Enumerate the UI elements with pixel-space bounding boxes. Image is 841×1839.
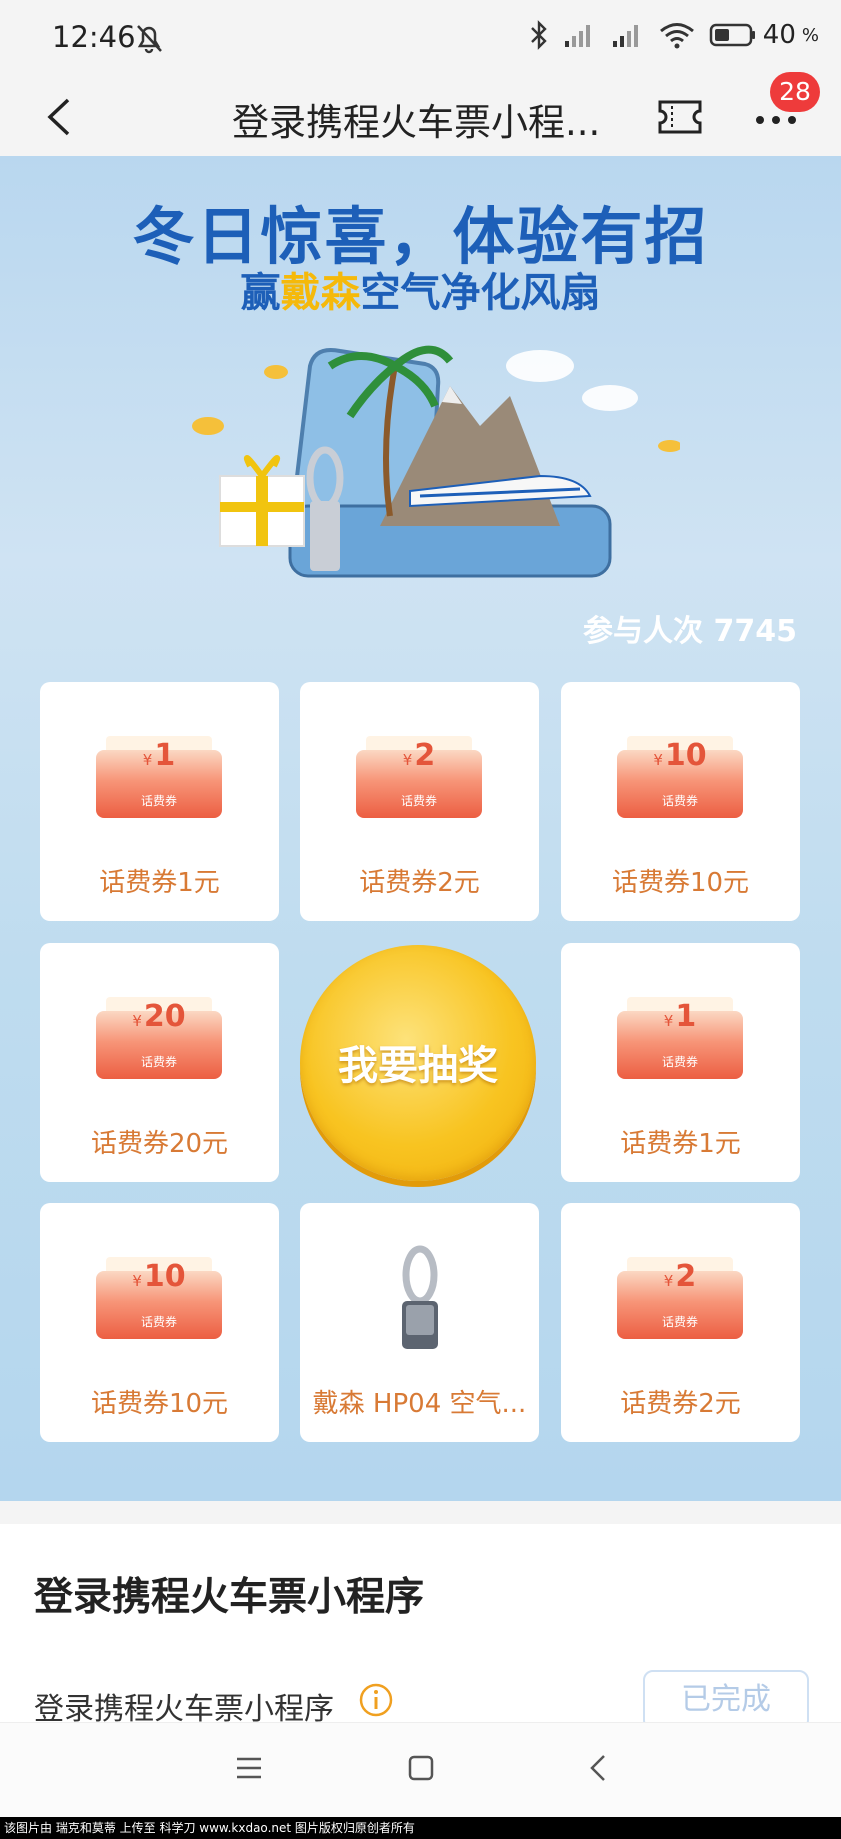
coupon-icon: ¥20 话费券 [96,997,222,1079]
info-icon[interactable] [358,1682,394,1718]
coupon-tag: 话费券 [661,794,698,808]
battery-icon [709,23,755,47]
coupon-tag: 话费券 [140,794,177,808]
task-done-button[interactable]: 已完成 [643,1670,809,1730]
status-time: 12:46 [52,20,136,54]
coupon-amount: 10 [664,738,707,773]
coupon-amount: 1 [154,738,176,773]
menu-icon[interactable] [234,1753,264,1783]
prize-grid: ¥1 话费券 话费券1元 ¥2 话费券 话费券2元 ¥10 话费券 话费券10元 [40,682,800,1442]
coupon-amount: 2 [414,738,436,773]
system-navigation-bar [0,1722,841,1817]
coupon-currency: ¥ [402,751,413,769]
prize-cell: ¥1 话费券 话费券1元 [561,943,800,1182]
prize-label: 话费券2元 [620,1389,741,1419]
task-heading: 登录携程火车票小程序 [34,1575,425,1620]
bluetooth-icon [530,20,547,50]
prize-label: 话费券20元 [90,1129,229,1159]
prize-label: 话费券10元 [611,868,750,898]
coupon-icon: ¥10 话费券 [96,1257,222,1339]
suitcase-scene-illustration [192,345,680,578]
coupon-currency: ¥ [132,1012,142,1030]
prize-cell: ¥10 话费券 话费券10元 [561,682,800,921]
coupon-currency: ¥ [142,751,153,769]
coupon-icon: ¥10 话费券 [617,736,743,818]
navigation-bar: 登录携程火车票小程... 28 [0,72,841,156]
activity-banner: 冬日惊喜，体验有招 赢戴森空气净化风扇 参与人次 7745 ¥1 话费券 话费券… [0,156,841,1501]
coupon-amount: 1 [675,999,697,1034]
signal-icon [564,25,590,47]
watermark-footer: 该图片由 瑞克和莫蒂 上传至 科学刀 www.kxdao.net 图片版权归原创… [0,1817,841,1839]
prize-cell: 戴森 HP04 空气... [300,1203,539,1442]
mute-bell-icon [137,25,162,54]
battery-indicator: 40% [709,20,819,50]
status-bar: 12:46 40% [0,0,841,78]
coupon-currency: ¥ [653,751,663,769]
notification-badge: 28 [770,72,820,112]
coupon-icon: ¥2 话费券 [356,736,482,818]
coupon-icon: ¥1 话费券 [96,736,222,818]
participant-count: 参与人次 7745 [583,614,797,649]
coupon-tag: 话费券 [661,1055,698,1069]
battery-level: 40 [762,20,796,50]
battery-unit: % [801,24,819,46]
task-section: 登录携程火车票小程序 登录携程火车票小程序 已完成 [0,1524,841,1730]
draw-lottery-button[interactable]: 我要抽奖 [300,945,536,1181]
signal-icon-2 [612,25,638,47]
prize-label: 话费券1元 [99,868,220,898]
coupon-tag: 话费券 [400,794,437,808]
draw-button-label: 我要抽奖 [338,1043,498,1089]
prize-label: 话费券10元 [90,1389,229,1419]
coupon-tag: 话费券 [140,1315,177,1329]
prize-cell: ¥10 话费券 话费券10元 [40,1203,279,1442]
coupon-icon: ¥1 话费券 [617,997,743,1079]
ticket-icon[interactable] [656,98,704,136]
prize-cell: ¥1 话费券 话费券1元 [40,682,279,921]
wifi-icon [659,23,694,49]
system-back-icon[interactable] [584,1753,614,1783]
prize-label: 话费券2元 [359,868,480,898]
coupon-tag: 话费券 [140,1055,177,1069]
coupon-amount: 20 [143,999,186,1034]
coupon-amount: 2 [675,1259,697,1294]
coupon-currency: ¥ [132,1272,142,1290]
coupon-currency: ¥ [663,1012,674,1030]
home-icon[interactable] [406,1753,436,1783]
prize-cell: ¥20 话费券 话费券20元 [40,943,279,1182]
page-title: 登录携程火车票小程... [232,101,601,144]
coupon-amount: 10 [143,1259,186,1294]
back-arrow-icon[interactable] [36,92,86,142]
coupon-icon: ¥2 话费券 [617,1257,743,1339]
prize-label: 戴森 HP04 空气... [312,1389,527,1419]
coupon-currency: ¥ [663,1272,674,1290]
air-purifier-icon [402,1245,438,1349]
coupon-tag: 话费券 [661,1315,698,1329]
prize-label: 话费券1元 [620,1129,741,1159]
prize-cell: ¥2 话费券 话费券2元 [561,1203,800,1442]
prize-cell: ¥2 话费券 话费券2元 [300,682,539,921]
